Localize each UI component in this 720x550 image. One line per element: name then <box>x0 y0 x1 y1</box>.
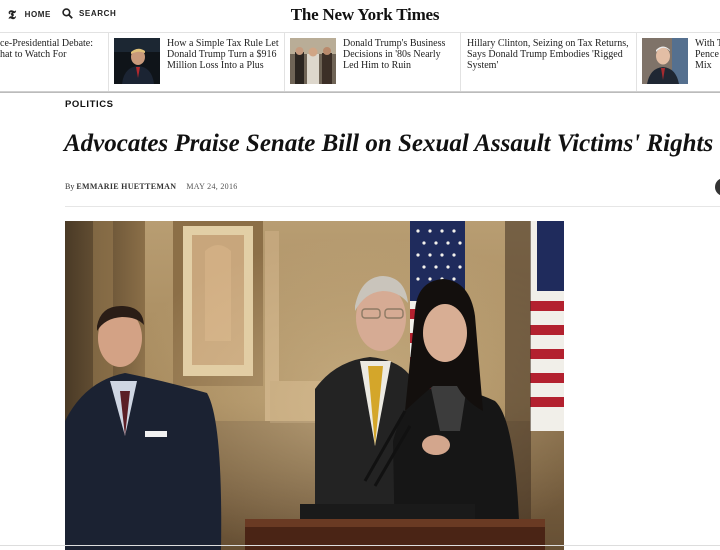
section-label[interactable]: POLITICS <box>65 99 114 110</box>
nyt-t-logo-icon: 𝕿 <box>8 7 17 22</box>
home-label: HOME <box>24 10 51 19</box>
story-item[interactable]: Donald Trump's Business Decisions in '80… <box>285 33 461 91</box>
story-headline: ce-Presidential Debate: hat to Watch For <box>0 38 94 61</box>
top-bar: 𝕿 HOME SEARCH The New York Times <box>0 0 720 30</box>
byline-prefix: By <box>65 182 75 191</box>
trump-portrait-thumbnail <box>114 38 160 84</box>
share-button[interactable] <box>715 178 720 196</box>
story-headline: How a Simple Tax Rule Let Donald Trump T… <box>167 38 279 72</box>
story-headline: With T Pence Mix <box>695 38 720 72</box>
story-headline: Donald Trump's Business Decisions in '80… <box>343 38 446 72</box>
story-item[interactable]: How a Simple Tax Rule Let Donald Trump T… <box>109 33 285 91</box>
top-stories-strip: ce-Presidential Debate: hat to Watch For… <box>0 32 720 92</box>
article-photo <box>65 221 564 550</box>
story-item[interactable]: ce-Presidential Debate: hat to Watch For <box>0 33 109 91</box>
story-item[interactable]: Hillary Clinton, Seizing on Tax Returns,… <box>461 33 637 91</box>
pence-portrait-thumbnail <box>642 38 688 84</box>
divider <box>0 92 720 93</box>
trump-crowd-thumbnail <box>290 38 336 84</box>
search-button[interactable]: SEARCH <box>62 8 116 19</box>
article-headline: Advocates Praise Senate Bill on Sexual A… <box>64 130 714 157</box>
divider <box>65 206 720 207</box>
search-label: SEARCH <box>79 9 117 18</box>
search-icon <box>62 8 73 19</box>
author-name[interactable]: EMMARIE HUETTEMAN <box>76 182 176 191</box>
divider <box>0 545 720 546</box>
byline: By EMMARIE HUETTEMAN MAY 24, 2016 <box>65 182 238 191</box>
story-headline: Hillary Clinton, Seizing on Tax Returns,… <box>467 38 629 72</box>
nyt-logo[interactable]: The New York Times <box>291 5 440 25</box>
home-button[interactable]: 𝕿 HOME <box>8 8 51 21</box>
publish-date: MAY 24, 2016 <box>186 182 238 191</box>
story-item[interactable]: With T Pence Mix <box>637 33 720 91</box>
